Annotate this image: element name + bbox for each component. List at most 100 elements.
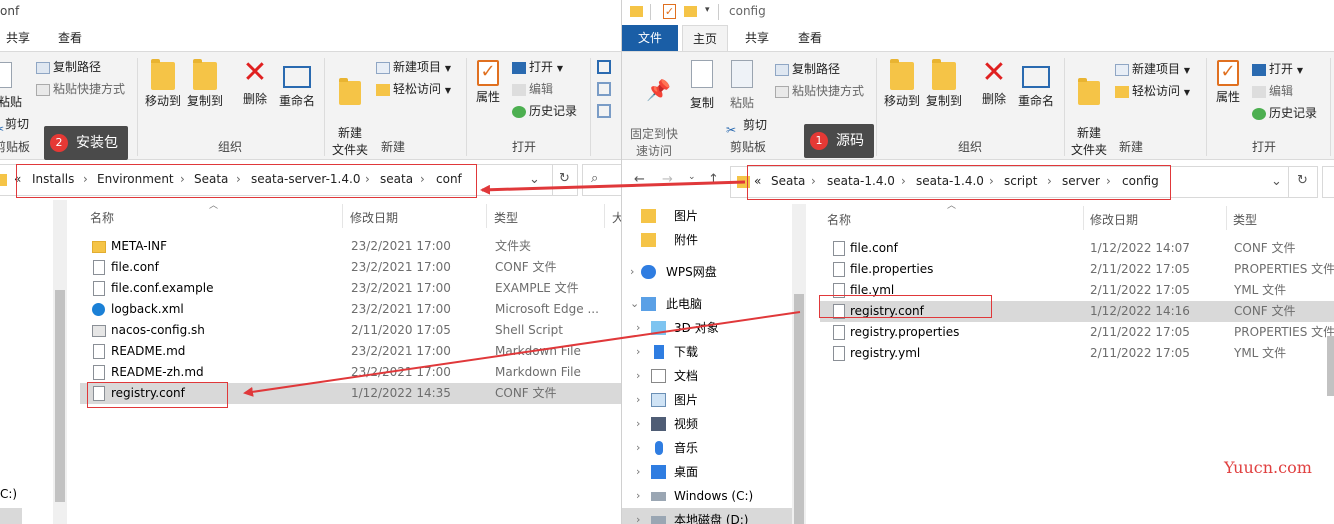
column-header-type[interactable]: 类型 <box>494 209 518 226</box>
rename-label: 重命名 <box>278 94 315 108</box>
address-dropdown-icon[interactable]: ⌄ <box>1271 174 1282 189</box>
pin-label: 固定到快 速访问 <box>629 127 678 158</box>
easy-access-button[interactable]: 轻松访问 ▼ <box>1115 81 1190 101</box>
file-name: nacos-config.sh <box>111 323 205 337</box>
select-none-icon[interactable] <box>597 82 611 96</box>
file-row[interactable]: README-zh.md 23/2/2021 17:00 Markdown Fi… <box>80 362 621 383</box>
content-scrollbar[interactable] <box>1327 336 1334 396</box>
nav-scrollbar-thumb[interactable] <box>55 290 65 502</box>
recent-chevron-icon[interactable]: ⌄ <box>688 172 696 182</box>
tree-chevron-icon: › <box>630 265 635 278</box>
tab-view[interactable]: 查看 <box>52 25 88 51</box>
easy-access-icon <box>1115 85 1129 98</box>
content-scrollbar-thumb[interactable] <box>1327 336 1334 396</box>
drive-label[interactable]: C:) <box>0 487 17 501</box>
copy-to-button[interactable]: 复制到 <box>185 59 225 110</box>
file-row[interactable]: file.conf.example 23/2/2021 17:00 EXAMPL… <box>80 278 621 299</box>
select-all-icon[interactable] <box>597 60 611 74</box>
history-button[interactable]: 历史记录 <box>512 101 577 121</box>
open-button[interactable]: 打开 ▼ <box>512 57 563 77</box>
open-button[interactable]: 打开 ▼ <box>1252 59 1303 79</box>
chevron-down-icon[interactable]: ▾ <box>705 5 710 15</box>
properties-check-icon[interactable]: ✓ <box>663 4 676 19</box>
file-row[interactable]: META-INF 23/2/2021 17:00 文件夹 <box>80 236 621 257</box>
new-folder-button[interactable]: 新建 文件夹 <box>330 60 370 176</box>
tab-view[interactable]: 查看 <box>790 25 830 51</box>
delete-button[interactable]: ✕ 删除 <box>976 58 1012 108</box>
copy-path-button[interactable]: 复制路径 <box>36 57 101 77</box>
selected-nav-item[interactable] <box>0 508 22 524</box>
file-date: 23/2/2021 17:00 <box>351 302 451 316</box>
tab-home[interactable]: 主页 <box>682 25 728 51</box>
file-row[interactable]: registry.yml 2/11/2022 17:05 YML 文件 <box>820 343 1334 364</box>
properties-button[interactable]: ✓ 属性 <box>472 60 504 106</box>
invert-select-icon[interactable] <box>597 104 611 118</box>
video-icon <box>651 417 666 431</box>
column-header-name[interactable]: 名称 <box>90 209 114 226</box>
rename-button[interactable]: 重命名 <box>1015 60 1057 110</box>
paste-icon[interactable] <box>0 62 12 88</box>
copy-path-button[interactable]: 复制路径 <box>775 59 840 79</box>
paste-shortcut-button[interactable]: 粘贴快捷方式 <box>36 79 125 99</box>
tree-scrollbar[interactable] <box>792 204 806 524</box>
column-header-size[interactable]: 大 <box>612 209 621 226</box>
pin-quick-access-button[interactable]: 📌 固定到快 速访问 <box>626 62 682 177</box>
copy-to-icon <box>193 59 217 90</box>
new-folder-button[interactable]: 新建 文件夹 <box>1069 60 1109 176</box>
refresh-button[interactable]: ↻ <box>552 164 578 196</box>
search-box[interactable]: ⌕ <box>582 164 621 196</box>
column-header-date[interactable]: 修改日期 <box>350 209 398 226</box>
annotation-box-source-path <box>747 165 1171 200</box>
paste-button[interactable]: 粘贴 <box>0 92 22 112</box>
copy-to-button[interactable]: 复制到 <box>924 59 964 110</box>
folder-icon <box>641 209 656 223</box>
address-dropdown-icon[interactable]: ⌄ <box>529 172 540 187</box>
tree-label: 音乐 <box>674 441 699 455</box>
rename-button[interactable]: 重命名 <box>276 60 318 110</box>
file-row[interactable]: file.properties 2/11/2022 17:05 PROPERTI… <box>820 259 1334 280</box>
properties-button[interactable]: ✓ 属性 <box>1212 60 1244 106</box>
edit-button[interactable]: 编辑 <box>1252 81 1293 101</box>
paste-button[interactable]: 粘贴 <box>724 60 760 112</box>
new-item-button[interactable]: 新建项目 ▼ <box>1115 59 1190 79</box>
file-row[interactable]: registry.properties 2/11/2022 17:05 PROP… <box>820 322 1334 343</box>
edge-icon <box>92 303 105 316</box>
nav-scrollbar[interactable] <box>53 200 67 524</box>
cut-button[interactable]: ✂剪切 <box>0 114 29 136</box>
copy-path-icon <box>36 61 50 74</box>
file-row[interactable]: file.conf 23/2/2021 17:00 CONF 文件 <box>80 257 621 278</box>
window-title: config <box>729 4 766 18</box>
tree-chevron-icon: › <box>636 393 641 406</box>
new-item-button[interactable]: 新建项目 ▼ <box>376 57 451 77</box>
organize-group-label: 组织 <box>958 140 983 154</box>
clipboard-group-label: 剪贴板 <box>0 140 31 154</box>
paste-shortcut-button[interactable]: 粘贴快捷方式 <box>775 81 864 101</box>
up-arrow-icon[interactable]: ↑ <box>708 172 719 187</box>
file-type: PROPERTIES 文件 <box>1234 325 1334 339</box>
folder-icon[interactable] <box>684 6 697 17</box>
file-row[interactable]: README.md 23/2/2021 17:00 Markdown File <box>80 341 621 362</box>
file-row[interactable]: nacos-config.sh 2/11/2020 17:05 Shell Sc… <box>80 320 621 341</box>
move-to-button[interactable]: 移动到 <box>882 59 922 110</box>
edit-button[interactable]: 编辑 <box>512 79 553 99</box>
cut-button[interactable]: ✂剪切 <box>726 115 767 137</box>
move-to-button[interactable]: 移动到 <box>143 59 183 110</box>
search-box[interactable] <box>1322 166 1334 198</box>
back-arrow-icon[interactable]: ← <box>634 172 645 187</box>
tab-share[interactable]: 共享 <box>737 25 777 51</box>
tree-scrollbar-thumb[interactable] <box>794 294 804 524</box>
column-header-name[interactable]: 名称 <box>827 211 851 228</box>
tab-share[interactable]: 共享 <box>0 25 36 51</box>
copy-button[interactable]: 复制 <box>684 60 720 112</box>
column-header-date[interactable]: 修改日期 <box>1090 211 1138 228</box>
tree-item-local-disk-d[interactable]: › 本地磁盘 (D:) <box>622 508 792 524</box>
forward-arrow-icon[interactable]: → <box>662 172 673 187</box>
delete-button[interactable]: ✕ 删除 <box>237 58 273 108</box>
column-header-type[interactable]: 类型 <box>1233 211 1257 228</box>
history-button[interactable]: 历史记录 <box>1252 103 1317 123</box>
file-row[interactable]: file.conf 1/12/2022 14:07 CONF 文件 <box>820 238 1334 259</box>
tab-file[interactable]: 文件 <box>622 25 678 51</box>
file-row[interactable]: logback.xml 23/2/2021 17:00 Microsoft Ed… <box>80 299 621 320</box>
easy-access-button[interactable]: 轻松访问 ▼ <box>376 79 451 99</box>
refresh-button[interactable]: ↻ <box>1288 166 1318 198</box>
